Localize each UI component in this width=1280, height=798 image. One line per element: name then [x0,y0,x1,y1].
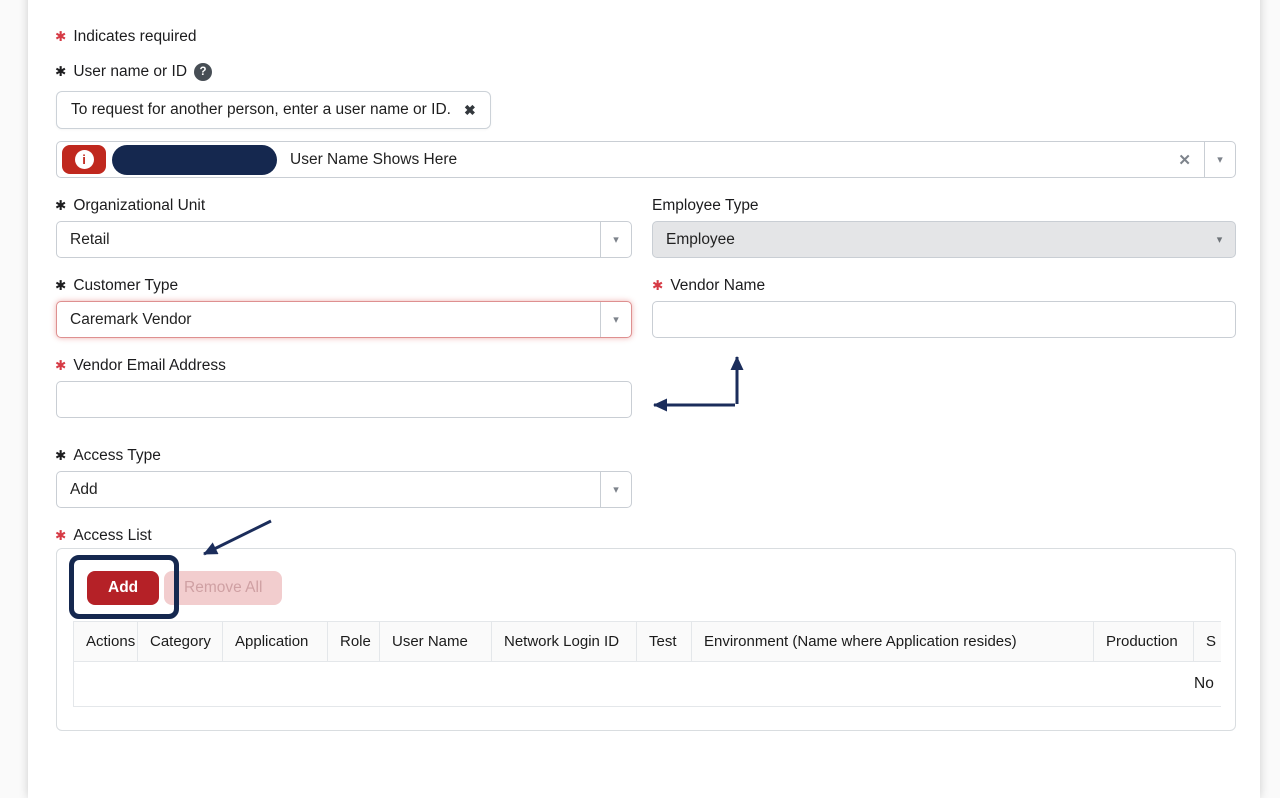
required-note: ✱ Indicates required [55,27,197,46]
col-user-name: User Name [380,622,492,662]
required-asterisk-icon: ✱ [652,279,663,293]
vendor-email-label: ✱ Vendor Email Address [55,356,226,375]
access-list-panel: Add Remove All Actions Category Applicat… [56,548,1236,731]
access-list-label-text: Access List [73,527,151,545]
employee-type-select: Employee ▾ [652,221,1236,258]
user-select-value: User Name Shows Here [290,151,457,169]
required-asterisk-icon: ✱ [55,279,66,293]
access-list-label: ✱ Access List [55,526,152,545]
required-asterisk-icon: ✱ [55,449,66,463]
user-name-label-text: User name or ID [73,63,187,81]
col-production: Production [1094,622,1194,662]
chevron-down-icon[interactable]: ▾ [600,222,631,257]
org-unit-label-text: Organizational Unit [73,197,205,215]
required-asterisk-icon: ✱ [55,65,66,79]
chevron-down-icon[interactable]: ▾ [600,472,631,507]
org-unit-value: Retail [57,231,110,249]
access-list-table-wrap[interactable]: Actions Category Application Role User N… [73,621,1221,715]
col-clipped: S [1194,622,1222,662]
col-role: Role [328,622,380,662]
clear-icon[interactable]: ✕ [1178,151,1191,169]
employee-type-label: Employee Type [652,196,759,215]
required-asterisk-icon: ✱ [55,529,66,543]
vendor-email-field[interactable] [56,381,632,418]
customer-type-label: ✱ Customer Type [55,276,178,295]
user-hint-tag-text: To request for another person, enter a u… [71,101,451,119]
customer-type-select[interactable]: Caremark Vendor ▾ [56,301,632,338]
vendor-name-label-text: Vendor Name [670,277,765,295]
annotation-highlight-box [69,555,179,619]
redacted-user-pill [112,145,277,175]
chevron-down-icon[interactable]: ▾ [1204,142,1235,177]
required-asterisk-icon: ✱ [55,359,66,373]
info-icon[interactable]: i [62,145,106,174]
access-list-table: Actions Category Application Role User N… [73,621,1221,707]
vendor-name-label: ✱ Vendor Name [652,276,765,295]
user-name-label: ✱ User name or ID ? [55,62,212,81]
access-type-label-text: Access Type [73,447,161,465]
tag-close-icon[interactable]: ✖ [464,102,476,119]
user-hint-tag: To request for another person, enter a u… [56,91,491,129]
employee-type-label-text: Employee Type [652,197,759,215]
customer-type-label-text: Customer Type [73,277,178,295]
access-type-select[interactable]: Add ▾ [56,471,632,508]
employee-type-value: Employee [653,231,735,249]
table-header-row: Actions Category Application Role User N… [74,622,1222,662]
empty-row-text: No [1194,675,1214,693]
org-unit-select[interactable]: Retail ▾ [56,221,632,258]
chevron-down-icon[interactable]: ▾ [600,302,631,337]
org-unit-label: ✱ Organizational Unit [55,196,205,215]
access-type-value: Add [57,481,98,499]
vendor-email-label-text: Vendor Email Address [73,357,226,375]
required-asterisk-icon: ✱ [55,199,66,213]
col-category: Category [138,622,223,662]
access-type-label: ✱ Access Type [55,446,161,465]
chevron-down-icon: ▾ [1204,222,1235,257]
form-content: ✱ Indicates required ✱ User name or ID ?… [0,0,1280,740]
col-actions: Actions [74,622,138,662]
user-select[interactable]: i User Name Shows Here ✕ ▾ [56,141,1236,178]
required-note-text: Indicates required [73,28,196,46]
col-environment: Environment (Name where Application resi… [692,622,1094,662]
customer-type-value: Caremark Vendor [57,311,191,329]
col-application: Application [223,622,328,662]
required-asterisk-icon: ✱ [55,30,66,44]
col-network-login-id: Network Login ID [492,622,637,662]
col-test: Test [637,622,692,662]
empty-row: No [74,662,1222,707]
remove-all-button[interactable]: Remove All [164,571,282,605]
vendor-name-field[interactable] [652,301,1236,338]
help-icon[interactable]: ? [194,63,212,81]
